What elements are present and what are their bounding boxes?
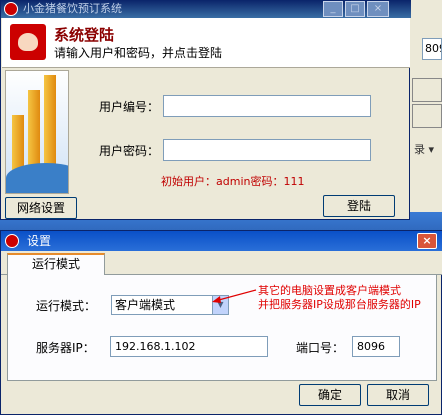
annotation-arrow [212,289,257,303]
annotation-line-1: 其它的电脑设置成客户端模式 [258,284,401,297]
annotation-text: 其它的电脑设置成客户端模式 并把服务器IP设成那台服务器的IP [258,284,421,312]
annotation-line-2: 并把服务器IP设成那台服务器的IP [258,298,421,311]
